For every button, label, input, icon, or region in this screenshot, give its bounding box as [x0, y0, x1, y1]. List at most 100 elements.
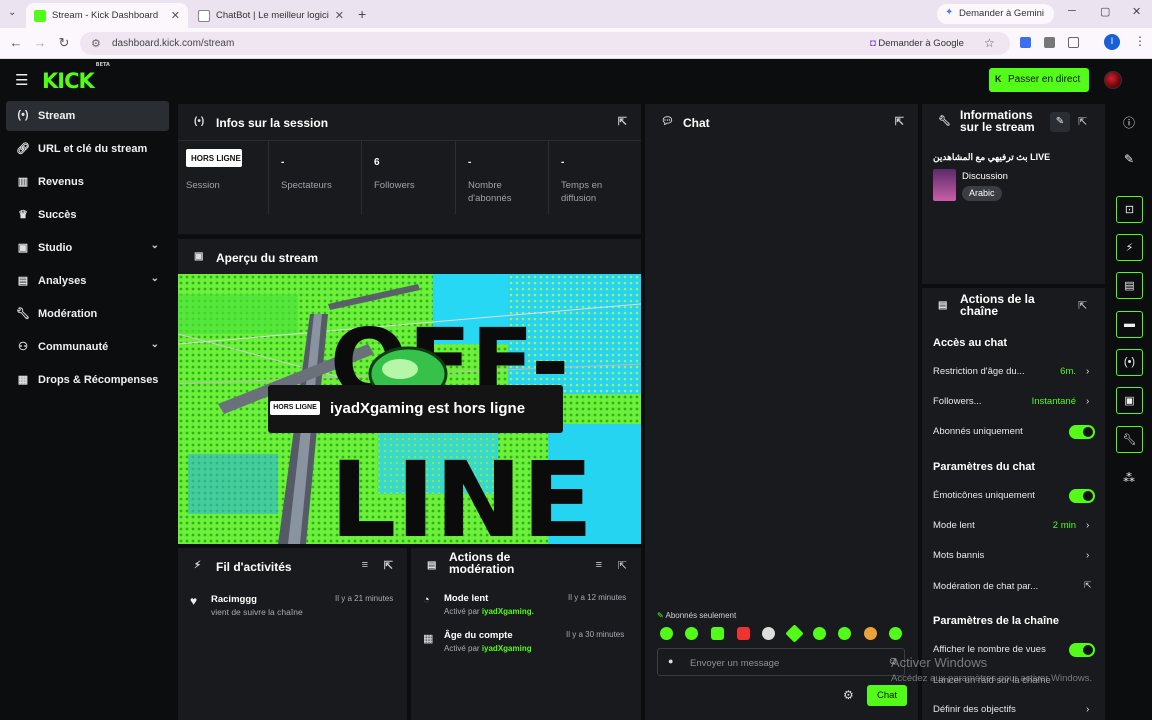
popout-icon[interactable]: ⇱: [618, 115, 627, 128]
ask-google-button[interactable]: ◘ Demander à Google: [870, 38, 964, 49]
maximize-icon[interactable]: ▢: [1100, 5, 1110, 18]
category-name[interactable]: Discussion: [962, 171, 1008, 182]
activity-user[interactable]: Racimggg: [211, 594, 257, 605]
define-goals-setting[interactable]: Définir des objectifs: [933, 704, 1016, 715]
channel-params-heading: Paramètres de la chaîne: [933, 615, 1059, 627]
info-icon[interactable]: ⓘ: [1123, 114, 1135, 131]
browser-menu-icon[interactable]: ⋮: [1134, 34, 1146, 48]
user-avatar[interactable]: [1104, 71, 1122, 89]
panel-header: ▣ Aperçu du stream: [178, 239, 641, 275]
emote-icon[interactable]: [685, 627, 698, 640]
close-tab-icon[interactable]: ✕: [171, 9, 180, 22]
shapes-icon[interactable]: ⁂: [1123, 471, 1135, 485]
panel-title: Actions de la chaîne: [960, 292, 1035, 318]
close-window-icon[interactable]: ✕: [1132, 5, 1141, 18]
rail-button-chat[interactable]: ▬: [1116, 311, 1143, 338]
sidebar-item-succes[interactable]: ♛ Succès: [6, 200, 169, 230]
back-icon[interactable]: ←: [8, 35, 24, 50]
forward-icon[interactable]: →: [32, 35, 48, 50]
subscribers-only-toggle[interactable]: [1069, 425, 1095, 439]
chat-input[interactable]: ● Envoyer un message ☺: [657, 648, 905, 676]
slow-mode-setting[interactable]: Mode lent: [933, 520, 975, 531]
chevron-right-icon[interactable]: ›: [1086, 366, 1089, 377]
go-live-button[interactable]: Passer en direct: [989, 68, 1089, 92]
emote-icon[interactable]: [737, 627, 750, 640]
age-restriction-setting[interactable]: Restriction d'âge du...: [933, 366, 1025, 377]
chevron-right-icon[interactable]: ›: [1086, 704, 1089, 715]
minimize-icon[interactable]: ─: [1068, 5, 1076, 17]
rail-button-channel-actions[interactable]: ▣: [1116, 387, 1143, 414]
sidebar-item-url-key[interactable]: 🔗︎ URL et clé du stream: [6, 134, 169, 164]
send-chat-button[interactable]: Chat: [867, 685, 907, 706]
rail-button-moderation[interactable]: ▤: [1116, 272, 1143, 299]
emote-icon[interactable]: [838, 627, 851, 640]
emote-icon[interactable]: [889, 627, 902, 640]
panel-header: (•) Infos sur la session ⇱: [178, 104, 641, 140]
close-tab-icon[interactable]: ✕: [335, 9, 344, 22]
emotes-only-setting: Émoticônes uniquement: [933, 490, 1035, 501]
chat-settings-icon[interactable]: ⚙: [843, 688, 854, 702]
extension-icon[interactable]: [1020, 37, 1031, 48]
popout-icon[interactable]: ⇱: [618, 559, 627, 572]
filter-icon[interactable]: ≡: [596, 559, 602, 571]
bookmark-star-icon[interactable]: ☆: [984, 36, 995, 50]
chat-input-placeholder: Envoyer un message: [690, 658, 780, 669]
followers-setting[interactable]: Followers...: [933, 396, 982, 407]
rail-button-preview[interactable]: ⊡: [1116, 196, 1143, 223]
sidebar-item-revenus[interactable]: ▥ Revenus: [6, 167, 169, 197]
chevron-down-icon: ⌄: [150, 273, 159, 284]
panel-title: Aperçu du stream: [216, 251, 319, 265]
document-icon: ▤: [1124, 280, 1135, 292]
sidebar-item-moderation[interactable]: 🔧︎ Modération: [6, 299, 169, 329]
popout-icon[interactable]: ⇱: [384, 559, 393, 572]
filter-icon[interactable]: ≡: [362, 559, 368, 571]
sidebar-item-label: Stream: [38, 110, 76, 122]
popout-icon[interactable]: ⇱: [1078, 299, 1087, 312]
address-bar[interactable]: ⚙ dashboard.kick.com/stream ◘ Demander à…: [80, 32, 1010, 55]
sidebar-item-stream[interactable]: (•) Stream: [6, 101, 169, 131]
rail-button-activity[interactable]: ⚡︎: [1116, 234, 1143, 261]
site-settings-icon[interactable]: ⚙: [91, 37, 101, 50]
sidebar-item-studio[interactable]: ▣ Studio ⌄: [6, 233, 169, 263]
emote-icon[interactable]: [762, 627, 775, 640]
sidebar-item-analyses[interactable]: ▤ Analyses ⌄: [6, 266, 169, 296]
emote-icon[interactable]: [660, 627, 673, 640]
chevron-right-icon[interactable]: ›: [1086, 396, 1089, 407]
stream-info-panel: 🔧︎ Informations sur le stream ✎ ⇱ بث ترف…: [922, 104, 1105, 284]
rail-button-stream-info[interactable]: 🔧︎: [1116, 426, 1143, 453]
mod-action-user[interactable]: iyadXgaming.: [482, 607, 534, 616]
new-tab-icon[interactable]: +: [358, 6, 366, 22]
sidebar-item-drops[interactable]: ▦ Drops & Récompenses: [6, 365, 169, 395]
emote-icon[interactable]: [864, 627, 877, 640]
sidebar-item-communaute[interactable]: ⚇ Communauté ⌄: [6, 332, 169, 362]
sidebar-item-label: Drops & Récompenses: [38, 374, 159, 386]
chevron-right-icon[interactable]: ›: [1086, 520, 1089, 531]
popout-icon[interactable]: ⇱: [895, 115, 904, 128]
hamburger-menu-icon[interactable]: ☰: [15, 71, 28, 89]
emotes-only-toggle[interactable]: [1069, 489, 1095, 503]
profile-avatar[interactable]: I: [1104, 34, 1120, 50]
mod-action-user[interactable]: iyadXgaming: [482, 644, 532, 653]
kick-logo[interactable]: KICKBETA: [42, 62, 110, 93]
popout-icon[interactable]: ⇱: [1078, 115, 1087, 128]
ask-gemini-button[interactable]: Demander à Gemini: [937, 4, 1055, 24]
extension-icon[interactable]: [1044, 37, 1055, 48]
chat-moderation-setting[interactable]: Modération de chat par...: [933, 581, 1038, 592]
tab-chatbot[interactable]: ChatBot | Le meilleur logiciel p... ✕: [190, 3, 352, 28]
tab-kick-dashboard[interactable]: Stream - Kick Dashboard ✕: [26, 3, 188, 28]
emote-icon[interactable]: [711, 627, 724, 640]
edit-pencil-icon[interactable]: ✎: [1050, 112, 1070, 132]
reload-icon[interactable]: ↻: [56, 35, 72, 51]
stat-label: Followers: [374, 180, 415, 191]
sidebar-item-label: URL et clé du stream: [38, 143, 148, 155]
edit-pencil-icon[interactable]: ✎: [1124, 152, 1134, 166]
show-views-toggle[interactable]: [1069, 643, 1095, 657]
chevron-right-icon[interactable]: ›: [1086, 550, 1089, 561]
banned-words-setting[interactable]: Mots bannis: [933, 550, 984, 561]
extensions-puzzle-icon[interactable]: [1068, 37, 1079, 48]
sidebar-item-label: Succès: [38, 209, 77, 221]
external-link-icon[interactable]: ⇱: [1084, 580, 1092, 591]
rail-button-session[interactable]: (•): [1116, 349, 1143, 376]
tab-list-icon[interactable]: ⌄: [8, 7, 16, 18]
emote-icon[interactable]: [813, 627, 826, 640]
